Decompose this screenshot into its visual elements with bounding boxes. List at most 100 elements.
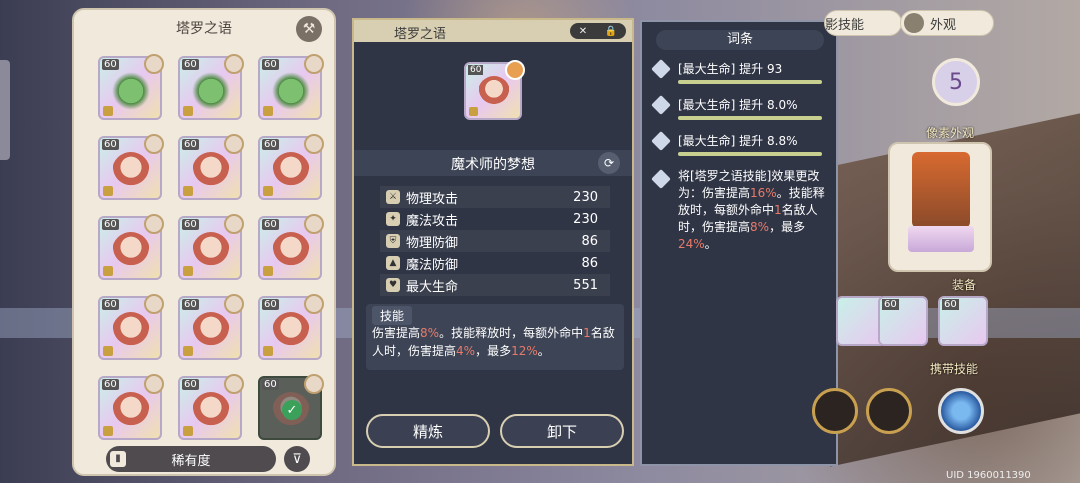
lock-icon xyxy=(103,106,113,116)
card-slot[interactable]: 60 xyxy=(258,294,324,360)
stat-row: ♥ 最大生命 551 xyxy=(380,274,610,296)
skill-label: 技能 xyxy=(372,306,413,325)
check-icon: ✓ xyxy=(282,400,302,420)
card-name-bar: 魔术师的梦想 ⟳ xyxy=(354,150,632,176)
gem-icon xyxy=(651,131,671,151)
affix-progress-bar xyxy=(678,152,822,156)
sword-icon: ⚔ xyxy=(386,190,400,204)
gem-icon xyxy=(651,59,671,79)
tab-shadow-skill[interactable]: 影技能 xyxy=(824,10,902,36)
card-slot[interactable]: 60 xyxy=(178,214,244,280)
card-portrait xyxy=(192,312,230,350)
card-portrait xyxy=(112,232,150,270)
lock-icon xyxy=(103,426,113,436)
lock-icon xyxy=(263,266,273,276)
card-portrait xyxy=(478,76,510,108)
stat-row: ▲ 魔法防御 86 xyxy=(380,252,610,274)
owner-avatar xyxy=(304,294,324,314)
stat-row: ⛨ 物理防御 86 xyxy=(380,230,610,252)
robot-character xyxy=(912,152,970,228)
lock-icon xyxy=(263,346,273,356)
collection-title: 塔罗之语 xyxy=(176,21,232,37)
card-portrait xyxy=(192,152,230,190)
owner-avatar xyxy=(144,214,164,234)
pedestal xyxy=(908,226,974,252)
lock-icon[interactable]: 🔒 xyxy=(605,26,617,37)
owner-avatar xyxy=(304,54,324,74)
card-slot[interactable]: 60 xyxy=(258,134,324,200)
card-slot[interactable]: 60 xyxy=(98,214,164,280)
shield-icon: ⛨ xyxy=(386,234,400,248)
lock-icon xyxy=(469,107,478,116)
card-portrait xyxy=(192,392,230,430)
card-portrait xyxy=(272,312,310,350)
card-slot[interactable]: 60 xyxy=(98,54,164,120)
gem-icon xyxy=(651,95,671,115)
equip-label: 装备 xyxy=(952,278,977,292)
lock-icon xyxy=(183,106,193,116)
card-slot[interactable]: 60 xyxy=(178,134,244,200)
affix-header: 词条 xyxy=(656,30,824,50)
card-slot[interactable]: 60 xyxy=(98,374,164,440)
skill-description: 伤害提高8%。技能释放时，每额外命中1名敌人时，伤害提高4%，最多12%。 xyxy=(372,326,615,358)
card-portrait xyxy=(192,72,230,110)
sort-icon: ▮ xyxy=(110,451,126,467)
card-portrait xyxy=(112,392,150,430)
card-name: 魔术师的梦想 xyxy=(451,157,535,173)
card-slot-selected[interactable]: 60 ✓ xyxy=(258,374,324,440)
tab-appearance[interactable]: 外观 xyxy=(900,10,994,36)
card-portrait xyxy=(112,152,150,190)
detail-card-preview: 60 xyxy=(464,60,525,120)
card-portrait xyxy=(272,232,310,270)
wand-icon: ✦ xyxy=(386,212,400,226)
stat-list: ⚔ 物理攻击 230 ✦ 魔法攻击 230 ⛨ 物理防御 86 ▲ 魔法防御 8… xyxy=(380,186,610,296)
owner-avatar xyxy=(144,134,164,154)
card-portrait xyxy=(112,72,150,110)
lock-icon xyxy=(183,426,193,436)
detail-controls: ✕ 🔒 xyxy=(570,23,626,39)
refresh-icon[interactable]: ⟳ xyxy=(598,152,620,174)
owner-avatar xyxy=(304,374,324,394)
equip-slot[interactable]: 60 xyxy=(878,296,928,346)
lock-icon xyxy=(183,186,193,196)
filter-icon[interactable]: ⊽ xyxy=(284,446,310,472)
card-detail-panel: 塔罗之语 ✕ 🔒 60 魔术师的梦想 ⟳ ⚔ 物理攻击 230 ✦ 魔法攻击 2… xyxy=(352,18,634,466)
lock-icon xyxy=(183,266,193,276)
hammer-icon[interactable]: ⚒ xyxy=(296,16,322,42)
card-portrait xyxy=(272,152,310,190)
card-slot[interactable]: 60 xyxy=(258,54,324,120)
card-slot[interactable]: 60 xyxy=(98,294,164,360)
crystal-skill-icon[interactable] xyxy=(938,388,984,434)
owner-avatar xyxy=(224,374,244,394)
owner-avatar xyxy=(144,294,164,314)
card-portrait xyxy=(192,232,230,270)
refine-button[interactable]: 精炼 xyxy=(366,414,490,448)
equip-slot[interactable]: 60 xyxy=(938,296,988,346)
rarity-sort-button[interactable]: 稀有度 xyxy=(106,446,276,472)
affix-progress-bar xyxy=(678,116,822,120)
skill-slot[interactable] xyxy=(812,388,858,434)
unequip-button[interactable]: 卸下 xyxy=(500,414,624,448)
card-slot[interactable]: 60 xyxy=(178,54,244,120)
owner-avatar xyxy=(224,294,244,314)
card-collection-panel: 塔罗之语 ⚒ 60 60 60 60 60 60 60 60 60 60 60 … xyxy=(72,8,336,476)
affix-progress-bar xyxy=(678,80,822,84)
owner-avatar xyxy=(144,374,164,394)
uid-text: UID 1960011390 xyxy=(946,470,1031,481)
appearance-label: 像素外观 xyxy=(926,126,975,140)
detail-header: 塔罗之语 ✕ 🔒 xyxy=(354,20,632,42)
card-slot[interactable]: 60 xyxy=(258,214,324,280)
skill-slot[interactable] xyxy=(866,388,912,434)
card-slot[interactable]: 60 xyxy=(178,374,244,440)
card-portrait xyxy=(112,312,150,350)
card-slot[interactable]: 60 xyxy=(178,294,244,360)
affix-special-text: 将[塔罗之语技能]效果更改为：伤害提高16%。技能释放时，每额外命中1名敌人时，… xyxy=(678,169,825,251)
card-slot[interactable]: 60 xyxy=(98,134,164,200)
lock-icon xyxy=(103,266,113,276)
gem-icon xyxy=(651,169,671,189)
carry-skill-label: 携带技能 xyxy=(930,362,979,376)
close-icon[interactable]: ✕ xyxy=(579,26,587,37)
side-drawer-handle[interactable] xyxy=(0,60,10,160)
owner-avatar xyxy=(304,134,324,154)
lock-icon xyxy=(263,106,273,116)
